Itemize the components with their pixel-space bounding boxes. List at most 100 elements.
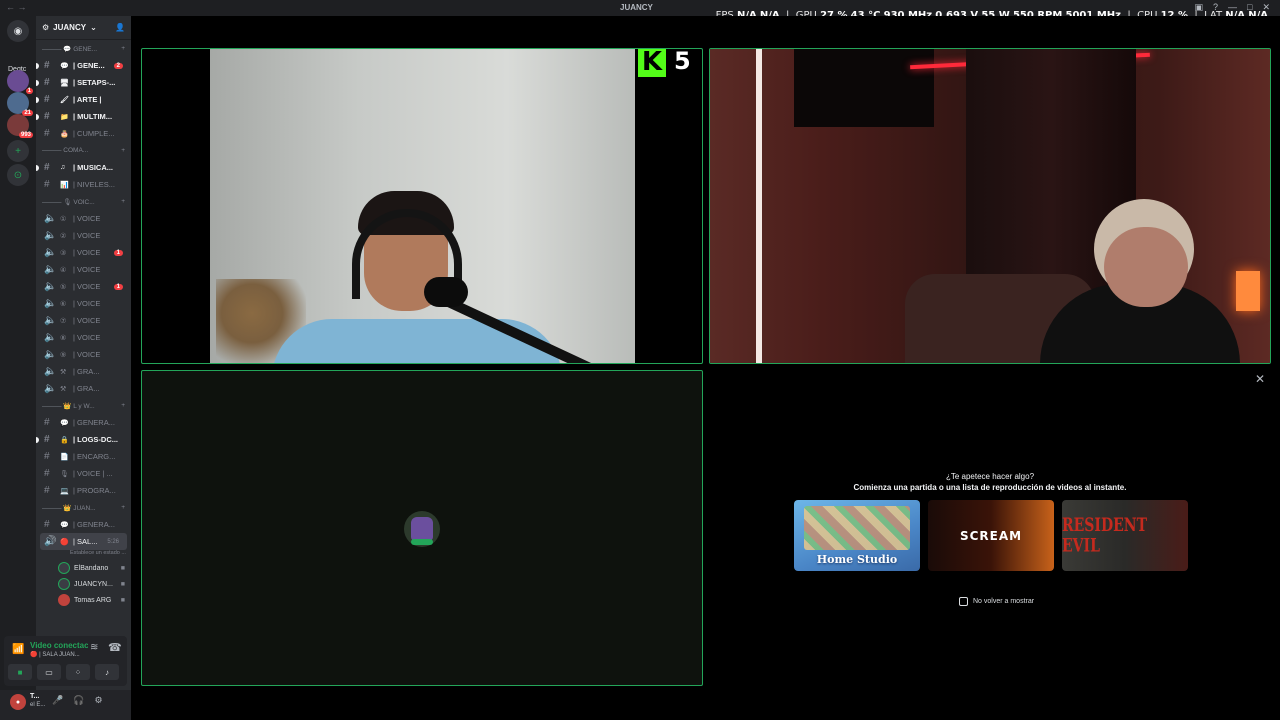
activity-card-resident-evil[interactable]: RESIDENT EVIL — [1062, 500, 1188, 571]
voice-channel-1[interactable]: 🔈 ① | VOICE — [36, 210, 131, 227]
voice-channel-4[interactable]: 🔈 ④ | VOICE — [36, 261, 131, 278]
noise-suppression-icon[interactable]: ≋ — [90, 642, 98, 653]
voice-status-title[interactable]: Video conectac — [30, 641, 88, 650]
soundboard-button[interactable]: ♪ — [95, 664, 119, 680]
add-channel-icon[interactable]: + — [121, 45, 125, 52]
voice-user[interactable]: JUANCYN... ■ — [36, 576, 131, 592]
signal-icon[interactable]: 📶 — [12, 644, 24, 655]
channel-label: | GENE... — [73, 61, 105, 70]
add-channel-icon[interactable]: + — [121, 504, 125, 511]
voice-channel-7[interactable]: 🔈 ⑦ | VOICE — [36, 312, 131, 329]
add-channel-icon[interactable]: + — [121, 147, 125, 154]
channel-label: | VOICE — [73, 282, 101, 291]
channel-multim[interactable]: # 📁 | MULTIM... — [36, 108, 131, 125]
add-channel-icon[interactable]: + — [121, 402, 125, 409]
door-light — [756, 49, 762, 363]
channel-encarg[interactable]: # 📄 | ENCARG... — [36, 448, 131, 465]
invite-icon[interactable]: 👤 — [115, 23, 125, 32]
add-server-icon[interactable]: + — [7, 140, 29, 162]
unread-indicator — [36, 113, 39, 120]
discord-home-icon[interactable]: ◉ — [7, 20, 29, 42]
voice-channel-3[interactable]: 🔈 ③ | VOICE 1 — [36, 244, 131, 261]
gear-icon[interactable]: ⚙ — [94, 695, 102, 706]
voice-status-channel[interactable]: 🔴 | SALA JUAN... — [30, 651, 88, 658]
history-nav[interactable]: ← → — [6, 2, 27, 12]
video-tile-no-camera[interactable] — [141, 370, 703, 686]
computer-icon: 💻 — [60, 487, 69, 495]
voice-channel-6[interactable]: 🔈 ⑥ | VOICE — [36, 295, 131, 312]
channel-label: | MULTIM... — [73, 112, 113, 121]
category-header[interactable]: ——— 💬 GENE... + — [36, 40, 131, 57]
user-name[interactable]: T... — [30, 693, 39, 700]
disconnect-icon[interactable]: ☎ — [108, 641, 122, 654]
category-label: ——— COMA... — [42, 147, 89, 154]
channel-status[interactable]: Establece un estado ... — [36, 550, 131, 560]
avatar[interactable]: ● — [10, 694, 26, 710]
voice-channel-9[interactable]: 🔈 ⑨ | VOICE — [36, 346, 131, 363]
checkbox[interactable] — [959, 597, 968, 606]
video-tile[interactable] — [709, 48, 1271, 364]
cake-icon: 🎂 — [60, 130, 69, 138]
television — [794, 49, 934, 127]
channel-progra[interactable]: # 💻 | PROGRA... — [36, 482, 131, 499]
server-badge: 1 — [25, 88, 33, 94]
server-icon-2[interactable]: 21 — [7, 92, 33, 116]
discover-icon[interactable]: ⊙ — [7, 164, 29, 186]
card-title: SCREAM — [959, 528, 1023, 543]
voice-channel-sala[interactable]: 🔊 🔴 | SAL... 5:26 — [40, 533, 127, 550]
category-header[interactable]: ——— 🎙 VOIC... + — [36, 193, 131, 210]
avatar — [58, 594, 70, 606]
video-tile[interactable]: K 5 — [141, 48, 703, 364]
activity-card-scream[interactable]: SCREAM — [928, 500, 1054, 571]
number-8-icon: ⑧ — [60, 334, 67, 342]
headphones-icon[interactable]: 🎧 — [73, 695, 84, 706]
text-channel-icon: # — [44, 94, 50, 105]
activities-button[interactable]: ⁘ — [66, 664, 90, 680]
text-channel-icon: # — [44, 77, 50, 88]
hammer-icon: ⚒ — [60, 368, 67, 376]
voice-user[interactable]: ElBandano ■ — [36, 560, 131, 576]
channel-arte[interactable]: # 🖌 | ARTE | — [36, 91, 131, 108]
category-header[interactable]: ——— 👑 JUAN... + — [36, 499, 131, 516]
add-channel-icon[interactable]: + — [121, 198, 125, 205]
channel-generalb[interactable]: # 💬 | GENERA... — [36, 516, 131, 533]
channel-label: | VOICE — [73, 333, 101, 342]
text-channel-icon: # — [44, 111, 50, 122]
voice-channel-gra-2[interactable]: 🔈 ⚒ | GRA... — [36, 380, 131, 397]
channel-niveles[interactable]: # 📊 | NIVELES... — [36, 176, 131, 193]
camera-button[interactable]: ■ — [8, 664, 32, 680]
channel-generala[interactable]: # 💬 | GENERA... — [36, 414, 131, 431]
voice-channel-8[interactable]: 🔈 ⑧ | VOICE — [36, 329, 131, 346]
microphone-icon[interactable]: 🎤 — [52, 695, 63, 706]
voice-channel-2[interactable]: 🔈 ② | VOICE — [36, 227, 131, 244]
activity-card-home-studio[interactable]: Home Studio — [794, 500, 920, 571]
channel-cumple[interactable]: # 🎂 | CUMPLE... — [36, 125, 131, 142]
category-header[interactable]: ——— COMA... + — [36, 142, 131, 159]
kick-viewer-count: 5 — [674, 48, 691, 75]
server-icon-3[interactable]: 993 — [7, 114, 33, 138]
text-channel-icon: # — [44, 417, 50, 428]
channel-general[interactable]: # 💬 | GENE... 2 — [36, 57, 131, 74]
channel-label: | GENERA... — [73, 520, 115, 529]
server-list: ◉ Deqtc 1 21 993 + ⊙ — [0, 16, 36, 720]
voice-channel-gra-1[interactable]: 🔈 ⚒ | GRA... — [36, 363, 131, 380]
speech-bubble-icon: 💬 — [60, 419, 69, 427]
channel-setups[interactable]: # 🖥 | SETAPS-... — [36, 74, 131, 91]
category-header[interactable]: ——— 👑 L y W... + — [36, 397, 131, 414]
channel-musica[interactable]: # ♫ | MUSICA... — [36, 159, 131, 176]
screen-share-button[interactable]: ▭ — [37, 664, 61, 680]
voice-actions: ■ ▭ ⁘ ♪ — [8, 664, 119, 680]
dont-show-again[interactable]: No volver a mostrar — [959, 597, 1034, 606]
channel-logs[interactable]: # 🔒 | LOGS-DC... — [36, 431, 131, 448]
speaker-icon: 🔈 — [44, 366, 57, 377]
voice-user[interactable]: Tomas ARG ■ — [36, 592, 131, 608]
server-icon-1[interactable]: 1 — [7, 70, 33, 94]
server-header[interactable]: ⚙ JUANCY ⌄ 👤 — [36, 16, 131, 40]
voice-channel-5[interactable]: 🔈 ⑤ | VOICE 1 — [36, 278, 131, 295]
channel-voicemisc[interactable]: # 🎙 | VOICE | ... — [36, 465, 131, 482]
user-status: el E... — [30, 702, 46, 708]
channel-label: | GRA... — [73, 367, 100, 376]
close-icon[interactable]: ✕ — [1255, 372, 1265, 386]
video-stage: K 5 ✕ ¿Te apetece hacer algo? Comienza u… — [131, 16, 1280, 720]
number-7-icon: ⑦ — [60, 317, 67, 325]
